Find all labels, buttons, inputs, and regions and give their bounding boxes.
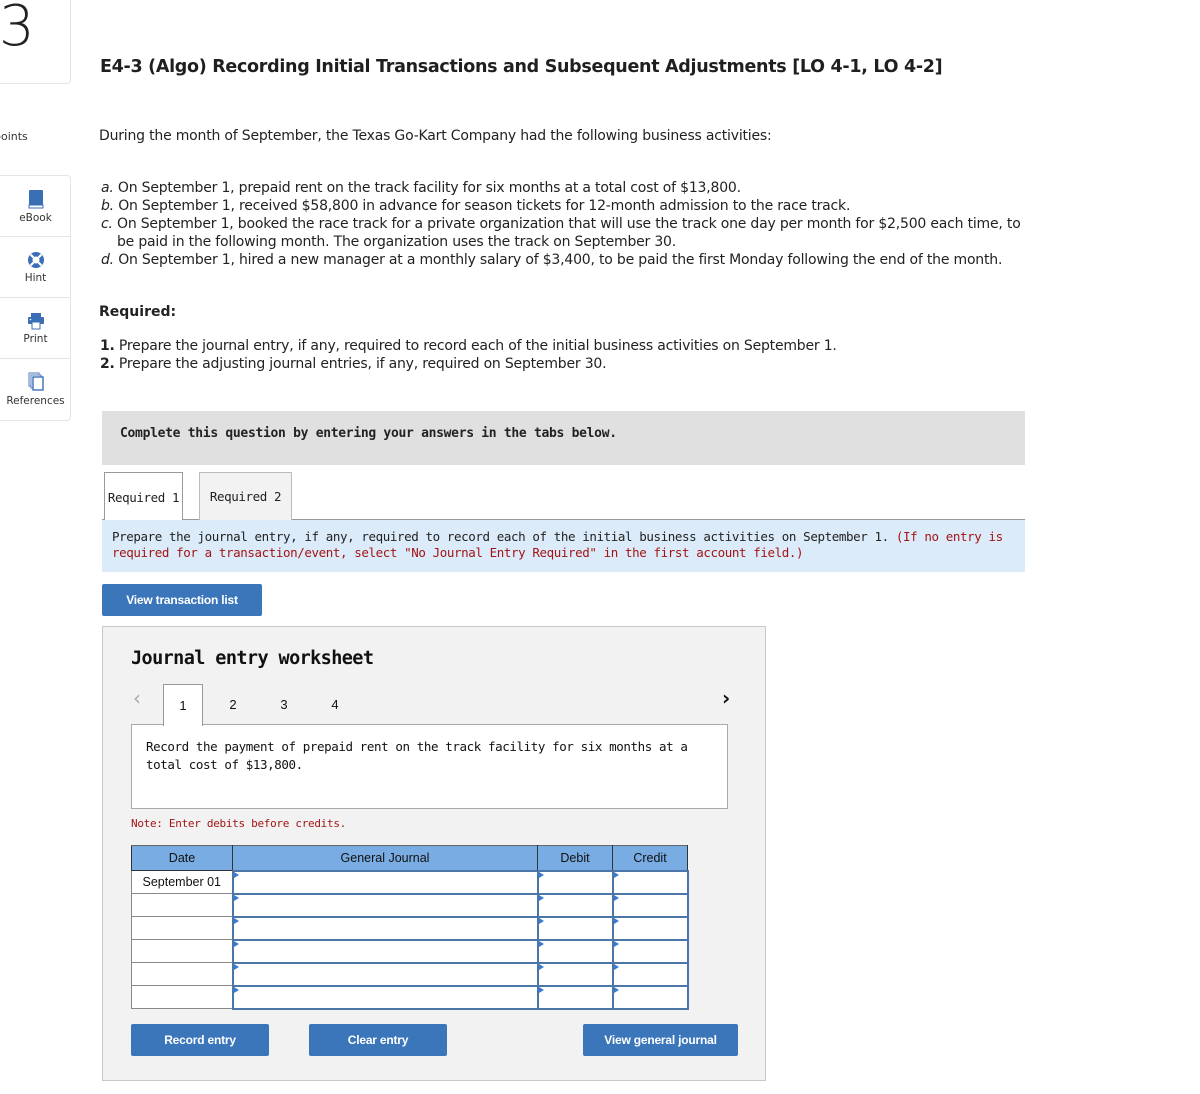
record-entry-button[interactable]: Record entry: [131, 1024, 269, 1056]
debit-input[interactable]: [536, 961, 614, 987]
print-label: Print: [23, 332, 48, 345]
required-num: 2.: [100, 356, 115, 372]
header-debit: Debit: [537, 845, 613, 871]
required-tabs: Required 1 Required 2: [102, 472, 1025, 521]
activity-item: c. On September 1, booked the race track…: [101, 215, 1041, 251]
credit-input[interactable]: [611, 869, 689, 895]
journal-row: [131, 915, 689, 941]
view-transaction-list-button[interactable]: View transaction list: [102, 584, 262, 616]
credit-input[interactable]: [611, 961, 689, 987]
required-list: 1. Prepare the journal entry, if any, re…: [100, 337, 837, 373]
tab-prompt: Prepare the journal entry, if any, requi…: [102, 520, 1025, 572]
account-input[interactable]: [231, 938, 539, 964]
date-cell: [131, 985, 233, 1009]
journal-row: September 01: [131, 869, 689, 895]
credit-input[interactable]: [611, 892, 689, 918]
account-input[interactable]: [231, 961, 539, 987]
required-item: 1. Prepare the journal entry, if any, re…: [100, 337, 837, 355]
question-title: E4-3 (Algo) Recording Initial Transactio…: [100, 57, 943, 77]
next-step-chevron-icon[interactable]: ›: [722, 686, 730, 710]
journal-row: [131, 961, 689, 987]
account-input[interactable]: [231, 892, 539, 918]
book-icon: [28, 189, 43, 208]
view-general-journal-button[interactable]: View general journal: [583, 1024, 738, 1056]
tools-sidebar: eBook Hint Print References: [0, 175, 71, 421]
journal-row: [131, 984, 689, 1010]
journal-table: Date General Journal Debit Credit Septem…: [131, 845, 689, 1010]
account-input[interactable]: [231, 915, 539, 941]
printer-icon: [27, 312, 44, 329]
required-heading: Required:: [99, 304, 177, 320]
lifebuoy-icon: [27, 251, 44, 268]
activities-list: a. On September 1, prepaid rent on the t…: [101, 179, 1041, 269]
journal-header-row: Date General Journal Debit Credit: [131, 845, 688, 871]
debits-note: Note: Enter debits before credits.: [131, 817, 346, 830]
account-input[interactable]: [231, 984, 539, 1010]
activity-letter: d.: [101, 252, 114, 268]
question-number-box: 3: [0, 0, 71, 84]
tab-required-2[interactable]: Required 2: [199, 472, 292, 520]
required-text: Prepare the adjusting journal entries, i…: [114, 356, 607, 372]
step-tab-1[interactable]: 1: [163, 684, 203, 726]
question-intro: During the month of September, the Texas…: [99, 128, 772, 144]
question-number: 3: [0, 0, 35, 59]
print-button[interactable]: Print: [0, 298, 70, 359]
instructions-text: Complete this question by entering your …: [120, 426, 617, 441]
date-cell: [131, 916, 233, 940]
activity-text: On September 1, booked the race track fo…: [112, 216, 1021, 250]
header-credit: Credit: [612, 845, 688, 871]
activity-letter: c.: [101, 216, 113, 232]
step-tab-3[interactable]: 3: [264, 684, 304, 725]
debit-input[interactable]: [536, 869, 614, 895]
hint-label: Hint: [24, 271, 47, 284]
references-button[interactable]: References: [0, 359, 70, 420]
debit-input[interactable]: [536, 892, 614, 918]
journal-row: [131, 938, 689, 964]
references-label: References: [6, 395, 65, 407]
ebook-label: eBook: [19, 211, 52, 224]
credit-input[interactable]: [611, 915, 689, 941]
debit-input[interactable]: [536, 915, 614, 941]
required-item: 2. Prepare the adjusting journal entries…: [100, 355, 837, 373]
credit-input[interactable]: [611, 938, 689, 964]
tab-required-1[interactable]: Required 1: [104, 472, 183, 521]
ebook-button[interactable]: eBook: [0, 176, 70, 237]
activity-text: On September 1, hired a new manager at a…: [113, 252, 1003, 268]
required-text: Prepare the journal entry, if any, requi…: [114, 338, 837, 354]
prev-step-chevron-icon[interactable]: ‹: [133, 686, 141, 710]
step-tab-4[interactable]: 4: [315, 684, 355, 725]
activity-text: On September 1, received $58,800 in adva…: [113, 198, 851, 214]
activity-letter: b.: [101, 198, 114, 214]
date-cell: [131, 939, 233, 963]
header-date: Date: [131, 845, 233, 871]
credit-input[interactable]: [611, 984, 689, 1010]
activity-item: b. On September 1, received $58,800 in a…: [101, 197, 1041, 215]
instructions-bar: Complete this question by entering your …: [102, 411, 1025, 465]
clear-entry-button[interactable]: Clear entry: [309, 1024, 447, 1056]
copy-icon: [27, 372, 44, 391]
account-input[interactable]: [231, 869, 539, 895]
debit-input[interactable]: [536, 984, 614, 1010]
required-num: 1.: [100, 338, 115, 354]
activity-item: a. On September 1, prepaid rent on the t…: [101, 179, 1041, 197]
date-cell: [131, 893, 233, 917]
points-label: points: [0, 130, 28, 143]
hint-button[interactable]: Hint: [0, 237, 70, 298]
date-cell: [131, 962, 233, 986]
step-tab-2[interactable]: 2: [213, 684, 253, 725]
date-cell: September 01: [131, 870, 233, 894]
step-description: Record the payment of prepaid rent on th…: [131, 724, 728, 809]
journal-entry-worksheet: Journal entry worksheet ‹ 1 2 3 4 › Reco…: [102, 626, 766, 1081]
activity-letter: a.: [101, 180, 114, 196]
prompt-text: Prepare the journal entry, if any, requi…: [112, 529, 896, 544]
header-general-journal: General Journal: [232, 845, 538, 871]
activity-text: On September 1, prepaid rent on the trac…: [113, 180, 741, 196]
journal-row: [131, 892, 689, 918]
worksheet-title: Journal entry worksheet: [131, 648, 374, 669]
activity-item: d. On September 1, hired a new manager a…: [101, 251, 1041, 269]
debit-input[interactable]: [536, 938, 614, 964]
